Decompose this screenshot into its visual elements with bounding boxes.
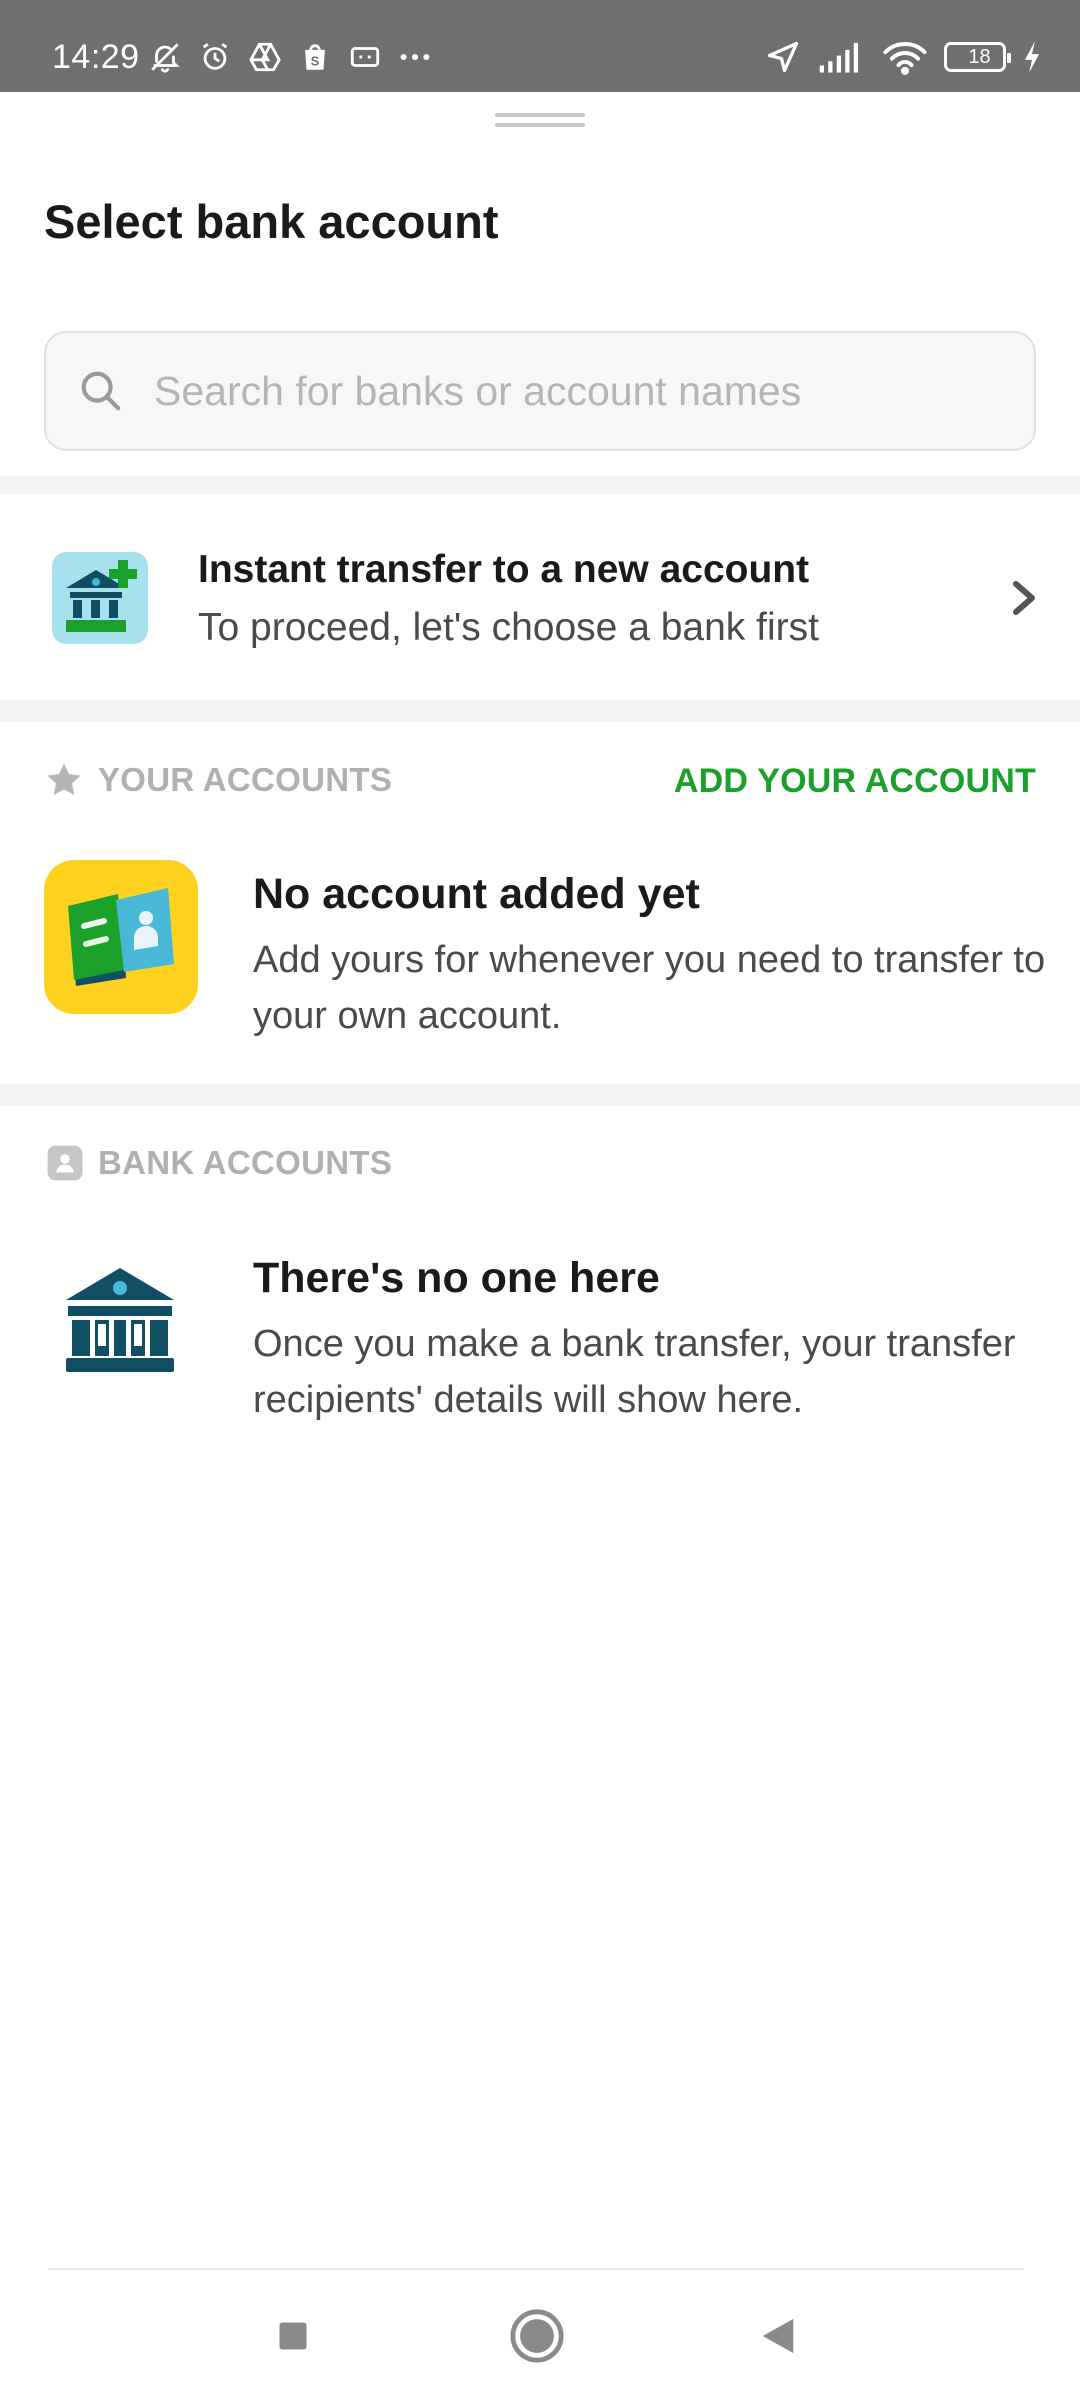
svg-text:S: S <box>311 54 320 69</box>
search-box[interactable] <box>44 331 1036 451</box>
status-time: 14:29 <box>52 38 140 76</box>
no-account-title: No account added yet <box>253 870 700 918</box>
account-book-icon <box>44 860 198 1014</box>
mute-bell-icon <box>146 38 184 76</box>
chevron-right-icon <box>1013 581 1035 615</box>
home-circle-icon[interactable] <box>501 2300 573 2372</box>
star-icon <box>47 763 81 796</box>
bank-icon <box>66 1268 174 1372</box>
shop-icon: S <box>296 38 334 76</box>
charging-icon <box>1020 38 1044 76</box>
alarm-icon <box>196 38 234 76</box>
battery-icon: 18 <box>944 42 1011 72</box>
recents-square-icon[interactable] <box>257 2300 329 2372</box>
nav-divider <box>48 2268 1024 2270</box>
instant-transfer-row[interactable] <box>0 494 1080 700</box>
contact-icon <box>47 1145 83 1181</box>
no-account-description: Add yours for whenever you need to trans… <box>253 939 1046 1037</box>
signal-icon <box>816 38 866 76</box>
drive-icon <box>246 38 284 76</box>
more-dots-icon <box>396 38 434 76</box>
status-icons-left: S <box>146 38 434 76</box>
divider <box>0 1084 1080 1106</box>
add-your-account-button[interactable]: ADD YOUR ACCOUNT <box>674 762 1036 801</box>
status-bar: 14:29 S 18 <box>0 0 1080 92</box>
wifi-icon <box>880 38 930 76</box>
status-icons-right: 18 <box>764 38 1044 76</box>
battery-level: 18 <box>968 45 991 68</box>
location-arrow-icon <box>764 38 802 76</box>
divider <box>0 476 1080 494</box>
back-triangle-icon[interactable] <box>742 2300 814 2372</box>
bank-add-icon <box>52 552 148 644</box>
no-recipients-title: There's no one here <box>253 1254 660 1302</box>
bank-accounts-label: BANK ACCOUNTS <box>98 1144 393 1181</box>
sheet-drag-handle[interactable] <box>495 113 585 127</box>
search-input[interactable] <box>154 367 1004 415</box>
no-recipients-description: Once you make a bank transfer, your tran… <box>253 1323 1016 1421</box>
instant-transfer-title: Instant transfer to a new account <box>198 548 810 591</box>
instant-transfer-subtitle: To proceed, let's choose a bank first <box>198 606 819 649</box>
search-icon <box>81 371 121 411</box>
page-title: Select bank account <box>44 195 499 248</box>
your-accounts-header: YOUR ACCOUNTS <box>44 760 392 800</box>
card-icon <box>346 38 384 76</box>
bank-accounts-header: BANK ACCOUNTS <box>46 1144 392 1182</box>
your-accounts-label: YOUR ACCOUNTS <box>98 761 393 798</box>
divider <box>0 700 1080 722</box>
